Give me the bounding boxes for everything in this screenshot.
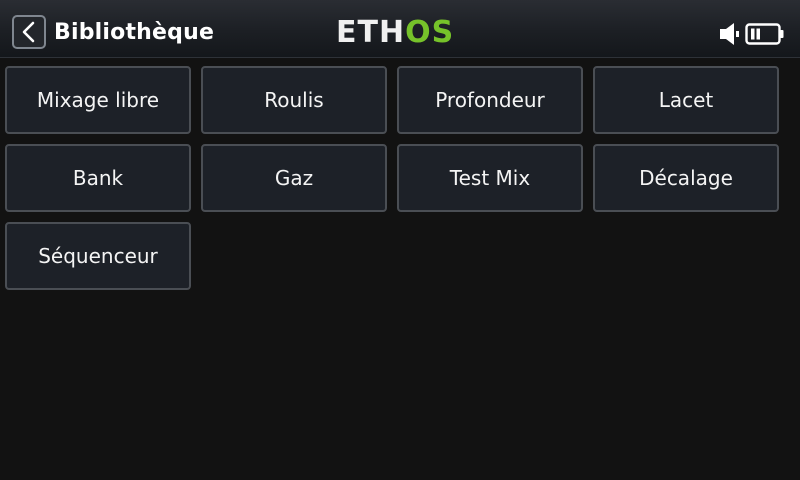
header-bar: Bibliothèque ETHOS — [0, 0, 800, 58]
ethos-logo: ETHOS — [336, 15, 454, 51]
battery-icon — [745, 23, 784, 45]
back-button[interactable] — [12, 15, 46, 49]
library-item-mixage-libre[interactable]: Mixage libre — [5, 66, 191, 134]
library-item-gaz[interactable]: Gaz — [201, 144, 387, 212]
speaker-icon[interactable] — [719, 22, 741, 46]
chevron-left-icon — [22, 21, 35, 43]
library-item-profondeur[interactable]: Profondeur — [397, 66, 583, 134]
page-title: Bibliothèque — [54, 20, 215, 45]
library-item-decalage[interactable]: Décalage — [593, 144, 779, 212]
library-item-lacet[interactable]: Lacet — [593, 66, 779, 134]
library-item-test-mix[interactable]: Test Mix — [397, 144, 583, 212]
library-item-bank[interactable]: Bank — [5, 144, 191, 212]
logo-text-eth: ETH — [336, 15, 406, 50]
library-item-sequenceur[interactable]: Séquenceur — [5, 222, 191, 290]
logo-text-os: OS — [405, 15, 455, 50]
library-item-roulis[interactable]: Roulis — [201, 66, 387, 134]
